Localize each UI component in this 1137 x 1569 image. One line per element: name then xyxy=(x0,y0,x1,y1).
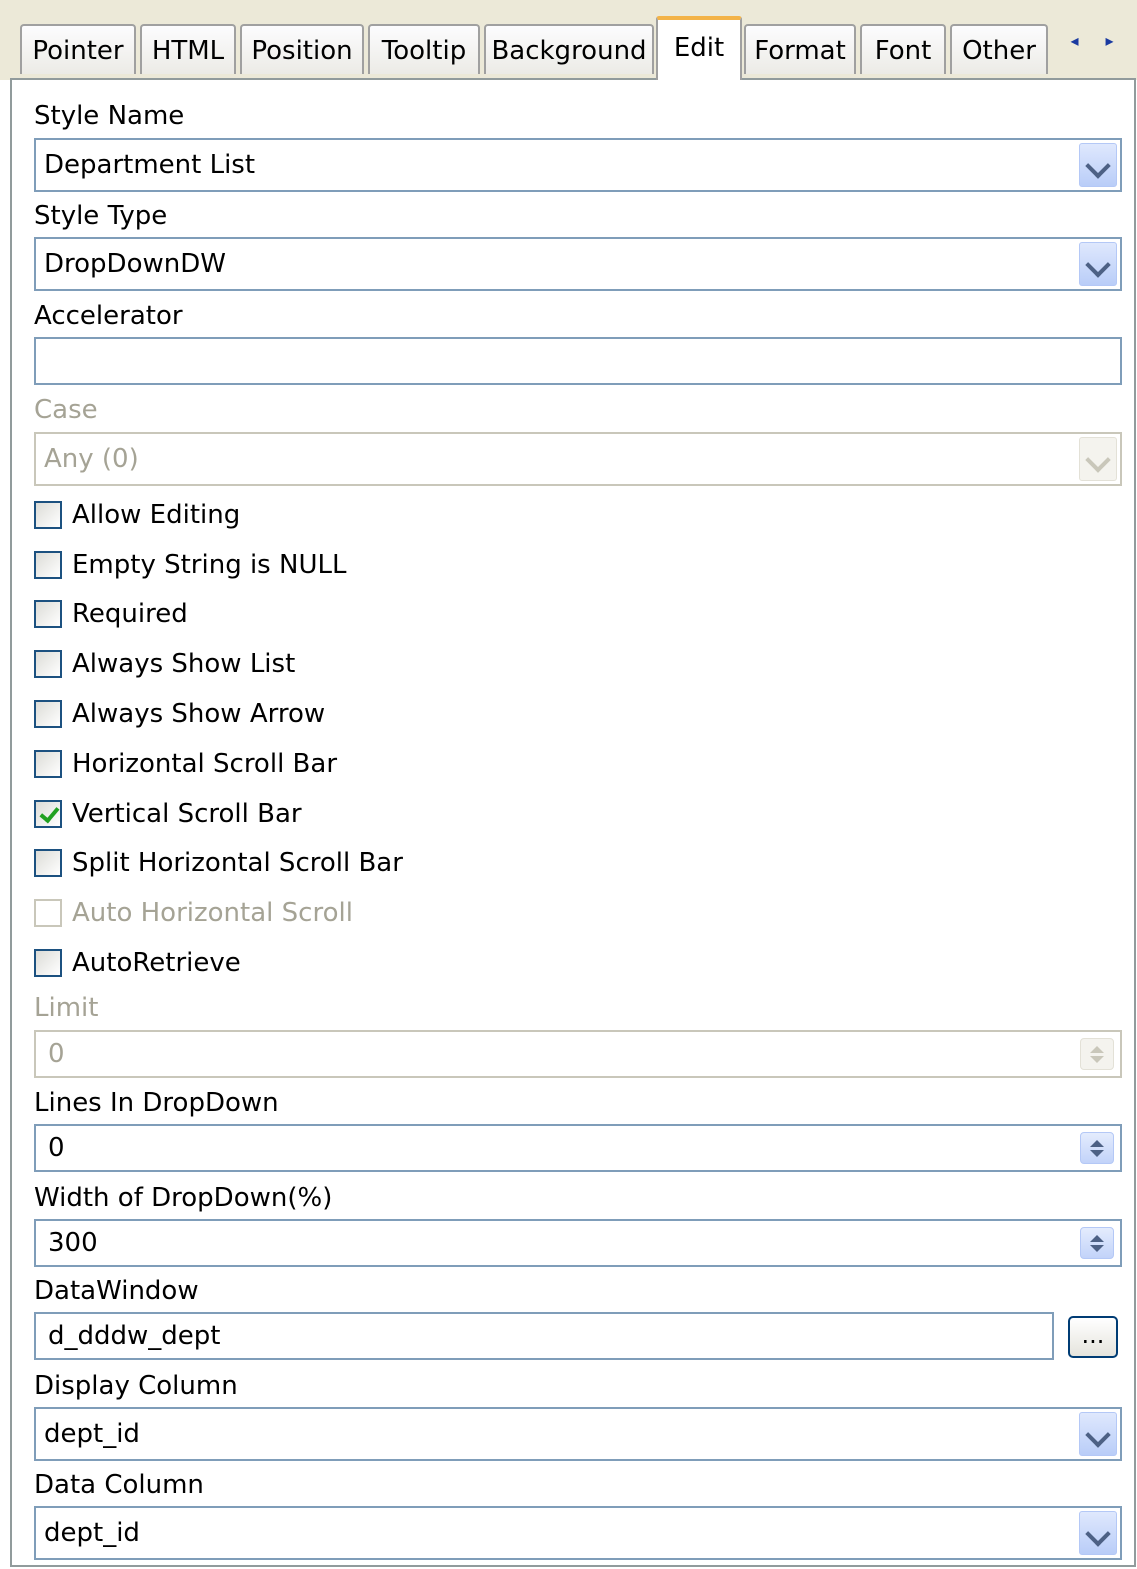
tab-tooltip[interactable]: Tooltip xyxy=(368,24,480,74)
checkbox-label: Horizontal Scroll Bar xyxy=(72,749,338,779)
data-column-value: dept_id xyxy=(44,1518,140,1548)
checkbox-label: Always Show Arrow xyxy=(72,699,326,729)
checkbox-box[interactable] xyxy=(34,700,62,728)
limit-value: 0 xyxy=(48,1039,65,1069)
limit-label: Limit xyxy=(34,993,99,1023)
spin-down-icon[interactable] xyxy=(1090,1149,1104,1157)
checkbox-always-show-list[interactable]: Always Show List xyxy=(34,647,295,681)
tab-html[interactable]: HTML xyxy=(140,24,236,74)
checkbox-allow-editing[interactable]: Allow Editing xyxy=(34,498,240,532)
checkbox-vertical-scroll-bar[interactable]: Vertical Scroll Bar xyxy=(34,797,302,831)
checkbox-label: Required xyxy=(72,599,188,629)
checkbox-empty-string-is-null[interactable]: Empty String is NULL xyxy=(34,548,346,582)
case-label: Case xyxy=(34,395,98,425)
checkbox-horizontal-scroll-bar[interactable]: Horizontal Scroll Bar xyxy=(34,747,337,781)
case-value: Any (0) xyxy=(44,444,139,474)
chevron-down-icon xyxy=(1085,153,1111,179)
spin-up-icon[interactable] xyxy=(1090,1139,1104,1147)
checkbox-label: Allow Editing xyxy=(72,500,241,530)
accelerator-label: Accelerator xyxy=(34,301,183,331)
checkbox-box[interactable] xyxy=(34,551,62,579)
lines-in-dropdown-label: Lines In DropDown xyxy=(34,1088,279,1118)
scroll-right-icon[interactable]: ▸ xyxy=(1098,31,1122,50)
browse-datawindow-button[interactable]: ... xyxy=(1068,1316,1118,1358)
spin-buttons xyxy=(1080,1038,1114,1070)
style-name-value: Department List xyxy=(44,150,256,180)
checkbox-box[interactable] xyxy=(34,750,62,778)
tab-background[interactable]: Background xyxy=(484,24,654,74)
checkbox-required[interactable]: Required xyxy=(34,597,188,631)
style-type-dropdown[interactable]: DropDownDW xyxy=(34,237,1122,291)
tab-position[interactable]: Position xyxy=(240,24,364,74)
width-of-dropdown-spinner[interactable]: 300 xyxy=(34,1219,1122,1267)
style-name-dropdown[interactable]: Department List xyxy=(34,138,1122,192)
limit-spinner: 0 xyxy=(34,1030,1122,1078)
checkbox-box xyxy=(34,899,62,927)
spin-up-icon[interactable] xyxy=(1090,1234,1104,1242)
spin-down-icon xyxy=(1090,1055,1104,1063)
accelerator-input[interactable] xyxy=(34,337,1122,385)
style-type-label: Style Type xyxy=(34,201,168,231)
checkbox-auto-horizontal-scroll: Auto Horizontal Scroll xyxy=(34,896,353,930)
tab-other[interactable]: Other xyxy=(950,24,1048,74)
datawindow-value: d_dddw_dept xyxy=(48,1321,221,1351)
chevron-down-icon xyxy=(1085,447,1111,473)
tab-scroll-buttons: ◂ ▸ xyxy=(1057,26,1127,54)
scroll-left-icon[interactable]: ◂ xyxy=(1063,31,1087,50)
style-name-label: Style Name xyxy=(34,101,185,131)
tab-font[interactable]: Font xyxy=(860,24,946,74)
checkbox-split-horizontal-scroll-bar[interactable]: Split Horizontal Scroll Bar xyxy=(34,846,403,880)
checkbox-always-show-arrow[interactable]: Always Show Arrow xyxy=(34,697,325,731)
checkbox-autoretrieve[interactable]: AutoRetrieve xyxy=(34,946,241,980)
lines-in-dropdown-spinner[interactable]: 0 xyxy=(34,1124,1122,1172)
chevron-down-icon xyxy=(1085,252,1111,278)
checkbox-box[interactable] xyxy=(34,849,62,877)
checkbox-label: AutoRetrieve xyxy=(72,948,241,978)
tab-format[interactable]: Format xyxy=(744,24,856,74)
dropdown-button[interactable] xyxy=(1079,242,1117,286)
display-column-label: Display Column xyxy=(34,1371,238,1401)
datawindow-label: DataWindow xyxy=(34,1276,199,1306)
width-of-dropdown-label: Width of DropDown(%) xyxy=(34,1183,333,1213)
spin-buttons[interactable] xyxy=(1080,1132,1114,1164)
dropdown-button xyxy=(1079,437,1117,481)
style-type-value: DropDownDW xyxy=(44,249,226,279)
case-dropdown: Any (0) xyxy=(34,432,1122,486)
checkbox-box[interactable] xyxy=(34,650,62,678)
chevron-down-icon xyxy=(1085,1521,1111,1547)
spin-up-icon xyxy=(1090,1045,1104,1053)
tab-edit[interactable]: Edit xyxy=(656,16,742,80)
checkbox-label: Auto Horizontal Scroll xyxy=(72,898,353,928)
dropdown-button[interactable] xyxy=(1079,1511,1117,1555)
spin-down-icon[interactable] xyxy=(1090,1244,1104,1252)
dropdown-button[interactable] xyxy=(1079,1412,1117,1456)
checkbox-box-checked[interactable] xyxy=(34,800,62,828)
dropdown-button[interactable] xyxy=(1079,143,1117,187)
display-column-value: dept_id xyxy=(44,1419,140,1449)
width-of-dropdown-value: 300 xyxy=(48,1228,98,1258)
spin-buttons[interactable] xyxy=(1080,1227,1114,1259)
tab-pointer[interactable]: Pointer xyxy=(20,24,136,74)
checkbox-label: Always Show List xyxy=(72,649,296,679)
checkbox-label: Split Horizontal Scroll Bar xyxy=(72,848,403,878)
checkbox-label: Empty String is NULL xyxy=(72,550,347,580)
tab-strip: Pointer HTML Position Tooltip Background… xyxy=(0,0,1137,80)
checkbox-box[interactable] xyxy=(34,600,62,628)
display-column-dropdown[interactable]: dept_id xyxy=(34,1407,1122,1461)
checkbox-box[interactable] xyxy=(34,949,62,977)
data-column-dropdown[interactable]: dept_id xyxy=(34,1506,1122,1560)
checkbox-label: Vertical Scroll Bar xyxy=(72,799,302,829)
checkbox-box[interactable] xyxy=(34,501,62,529)
lines-in-dropdown-value: 0 xyxy=(48,1133,65,1163)
chevron-down-icon xyxy=(1085,1422,1111,1448)
datawindow-input[interactable]: d_dddw_dept xyxy=(34,1312,1054,1360)
data-column-label: Data Column xyxy=(34,1470,204,1500)
